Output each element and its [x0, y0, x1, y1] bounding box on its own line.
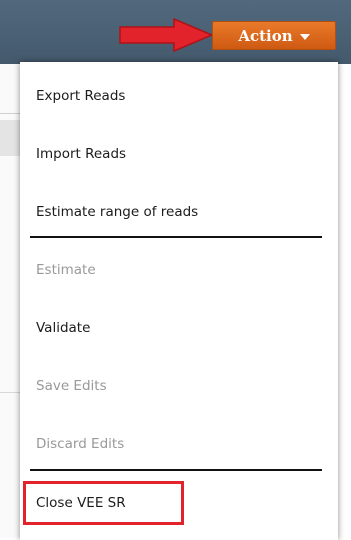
action-dropdown-button[interactable]: Action [212, 21, 336, 50]
caret-down-icon [299, 33, 310, 40]
menu-item-discard-edits: Discard Edits [36, 436, 125, 452]
menu-item-estimate-range-of-reads[interactable]: Estimate range of reads [36, 202, 198, 222]
red-arrow-annotation [119, 18, 214, 52]
menu-divider [30, 236, 322, 238]
background-row [0, 120, 20, 156]
menu-divider [30, 469, 322, 471]
background-divider [0, 113, 20, 114]
menu-item-export-reads[interactable]: Export Reads [36, 86, 125, 106]
action-dropdown-menu: Export Reads Import Reads Estimate range… [20, 62, 338, 540]
action-button-label: Action [238, 26, 293, 45]
menu-item-validate[interactable]: Validate [36, 318, 90, 338]
background-divider [0, 392, 20, 393]
menu-item-estimate: Estimate [36, 262, 96, 278]
menu-item-import-reads[interactable]: Import Reads [36, 144, 126, 164]
highlight-box-annotation [23, 481, 184, 525]
menu-item-save-edits: Save Edits [36, 378, 107, 394]
